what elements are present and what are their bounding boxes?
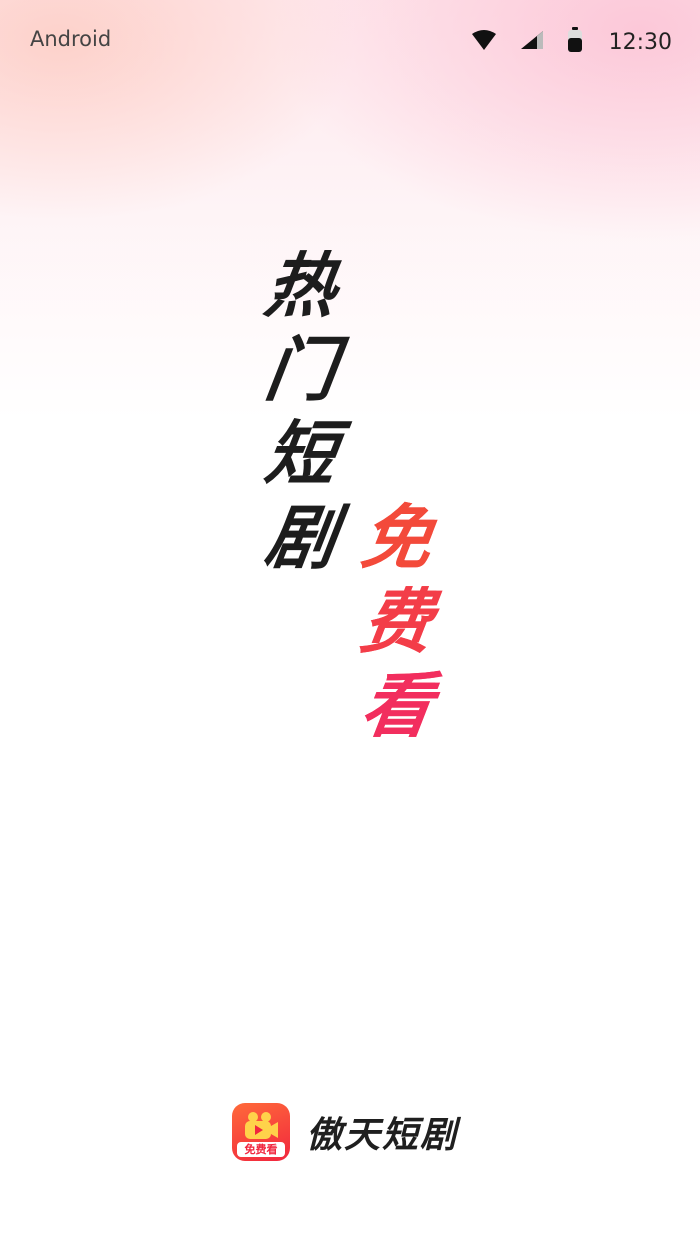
status-carrier: Android (30, 27, 112, 51)
slogan-char: 免 (356, 497, 438, 579)
slogan-column-free-watch: 免 费 看 (356, 496, 438, 748)
brand-name: 傲天短剧 (306, 1115, 459, 1156)
slogan-char: 短 (260, 413, 342, 495)
slogan-char: 门 (260, 329, 342, 411)
status-time: 12:30 (608, 29, 672, 55)
app-logo: 免费看 (232, 1103, 290, 1161)
status-bar: Android 12:30 (0, 0, 700, 84)
status-icons: 12:30 (471, 24, 672, 60)
slogan-char: 费 (356, 581, 438, 663)
battery-icon (567, 27, 583, 57)
cellular-signal-icon (519, 29, 545, 55)
slogan-char: 热 (260, 245, 342, 327)
wifi-icon (471, 29, 497, 55)
slogan-char: 剧 (260, 497, 342, 579)
logo-badge: 免费看 (237, 1142, 285, 1157)
slogan-char: 看 (356, 665, 438, 747)
brand-footer: 免费看 傲天短剧 (232, 1102, 458, 1162)
slogan-column-hot-dramas: 热 门 短 剧 (260, 244, 342, 580)
